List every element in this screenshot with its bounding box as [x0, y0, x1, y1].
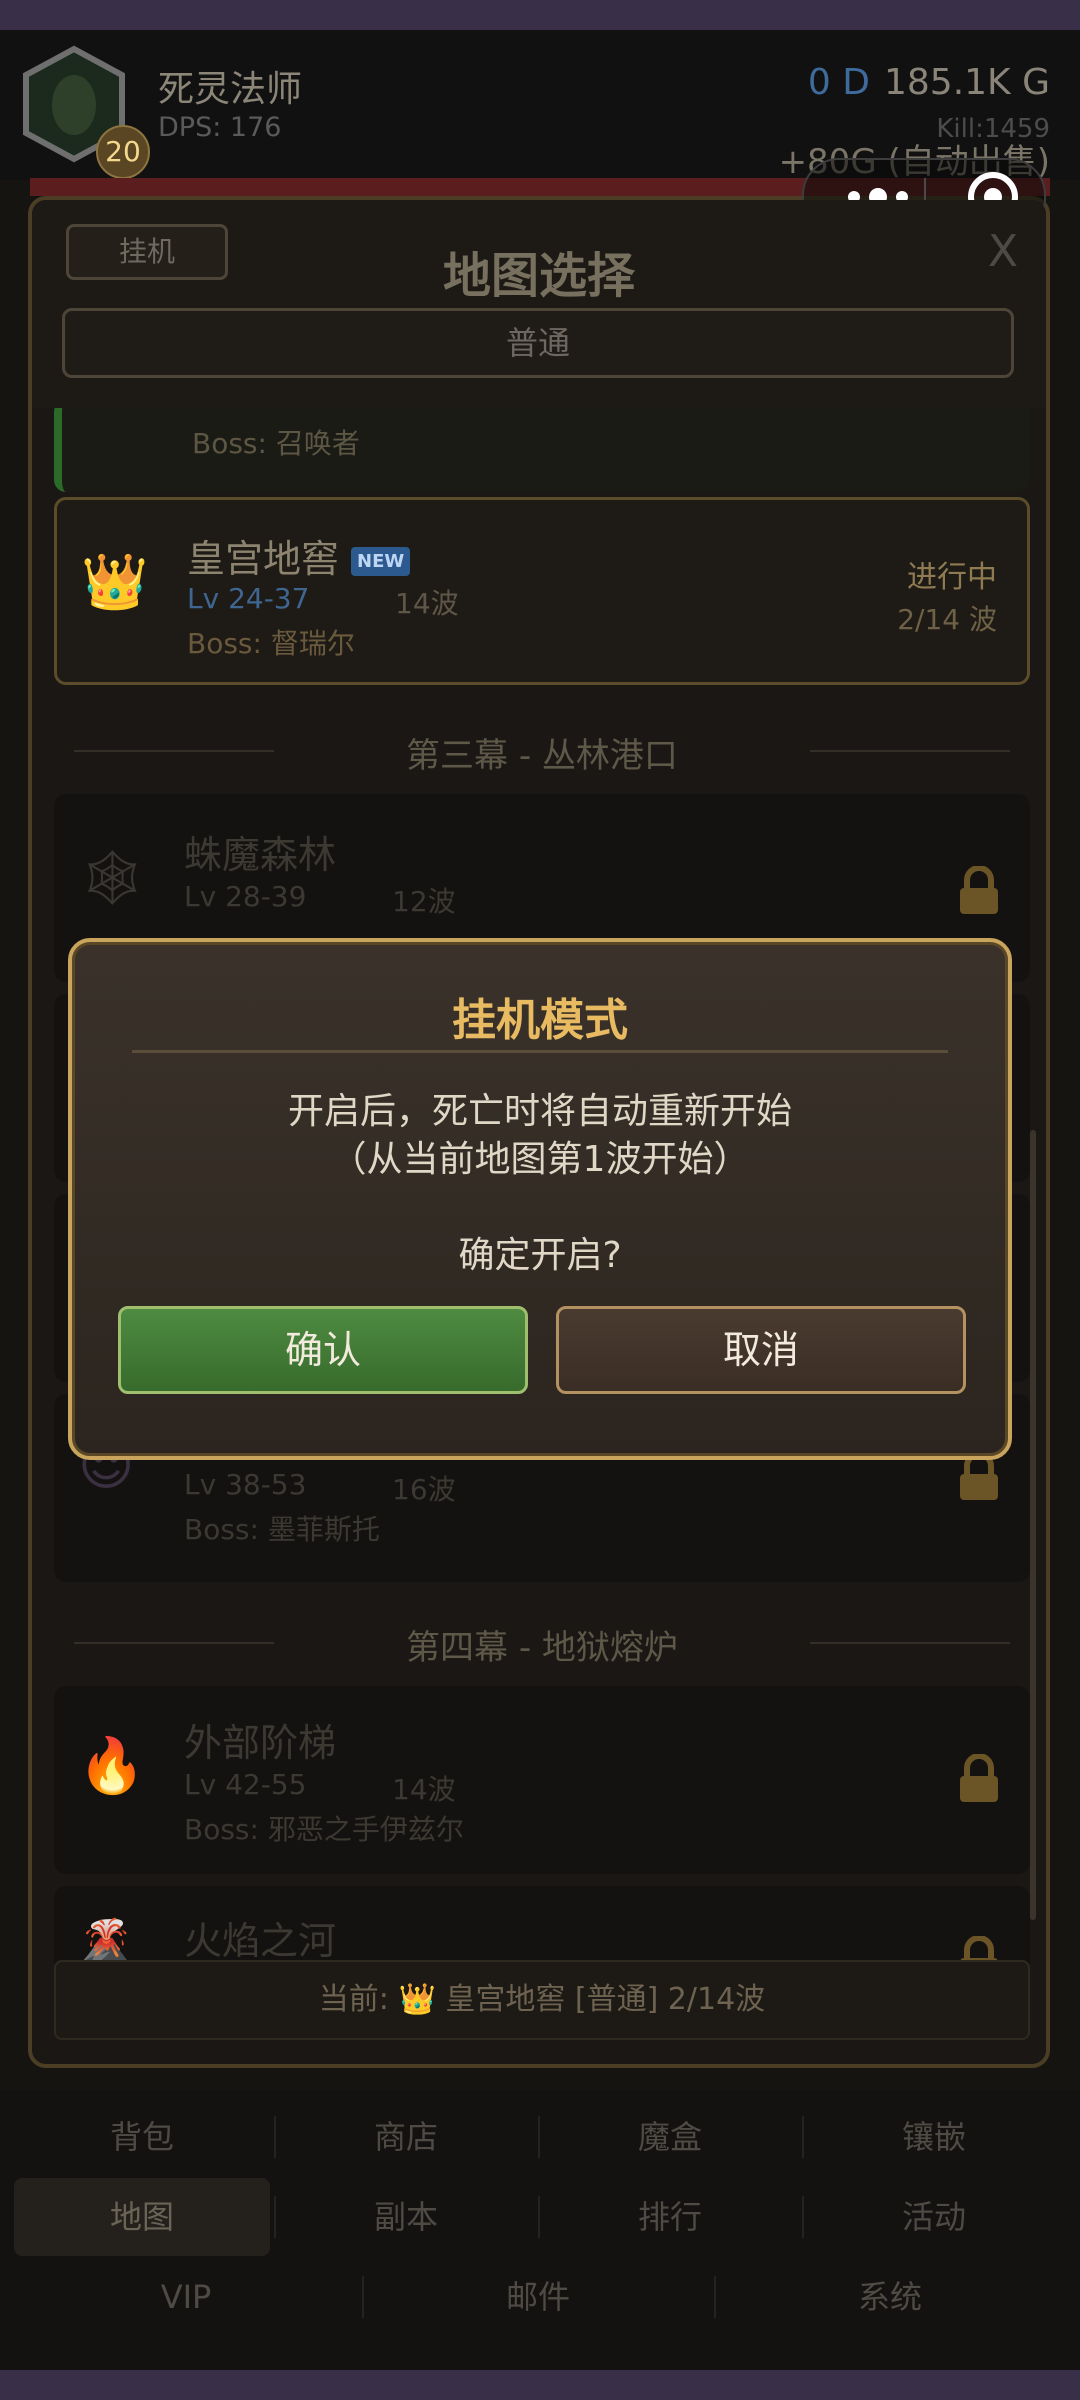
- panel-header: 挂机 地图选择 X 普通: [32, 200, 1046, 408]
- map-waves: 14波: [395, 587, 459, 620]
- menu-system[interactable]: 系统: [718, 2258, 1062, 2336]
- map-name-text: 皇宫地窖: [187, 537, 340, 581]
- afk-mode-dialog: 挂机模式 开启后，死亡时将自动重新开始 （从当前地图第1波开始） 确定开启? 确…: [68, 938, 1012, 1460]
- menu-row-2: 地图 副本 排行 活动: [0, 2178, 1080, 2256]
- dialog-divider: [132, 1050, 948, 1053]
- menu-divider: [802, 2196, 804, 2238]
- map-level: Lv 42-55: [184, 1768, 307, 1801]
- map-card-locked[interactable]: 🔥 外部阶梯 Lv 42-55 14波 Boss: 邪恶之手伊兹尔: [54, 1686, 1030, 1874]
- menu-magic-box[interactable]: 魔盒: [542, 2098, 798, 2176]
- map-waves: 16波: [392, 1473, 456, 1506]
- close-button[interactable]: X: [988, 226, 1018, 277]
- bottom-menu: 背包 商店 魔盒 镶嵌 地图 副本 排行 活动 VIP 邮件 系统: [0, 2090, 1080, 2370]
- lock-icon: [960, 1754, 998, 1802]
- map-level: Lv 24-37: [187, 582, 310, 615]
- map-card-current[interactable]: 👑 皇宫地窖 NEW Lv 24-37 14波 Boss: 督瑞尔 进行中 2/1…: [54, 497, 1030, 685]
- act-header-3: 第三幕 - 丛林港口: [54, 728, 1030, 776]
- map-progress: 2/14 波: [897, 603, 997, 636]
- panel-title: 地图选择: [442, 248, 635, 304]
- player-dps: DPS: 176: [158, 112, 282, 143]
- map-name: 皇宫地窖 NEW: [187, 528, 411, 583]
- difficulty-selector[interactable]: 普通: [62, 308, 1014, 378]
- gold-counter: 185.1K G: [883, 62, 1050, 103]
- map-status: 进行中: [907, 560, 997, 595]
- menu-vip[interactable]: VIP: [14, 2258, 358, 2336]
- menu-mail[interactable]: 邮件: [366, 2258, 710, 2336]
- map-boss: Boss: 督瑞尔: [187, 627, 355, 660]
- home-indicator-bar: [0, 2370, 1080, 2400]
- menu-divider: [274, 2196, 276, 2238]
- spider-web-icon: 🕸: [78, 846, 147, 909]
- crown-icon: 👑: [81, 550, 149, 613]
- menu-row-3: VIP 邮件 系统: [0, 2258, 1080, 2336]
- menu-shop[interactable]: 商店: [278, 2098, 534, 2176]
- lock-icon: [960, 866, 998, 914]
- menu-map[interactable]: 地图: [14, 2178, 270, 2256]
- map-waves: 12波: [392, 885, 456, 918]
- cancel-button[interactable]: 取消: [556, 1306, 966, 1394]
- menu-row-1: 背包 商店 魔盒 镶嵌: [0, 2098, 1080, 2176]
- level-badge: 20: [96, 125, 150, 179]
- scrollbar[interactable]: [1030, 1130, 1036, 1920]
- dialog-message-line2: （从当前地图第1波开始）: [330, 1139, 750, 1180]
- menu-divider: [538, 2116, 540, 2158]
- dialog-question: 确定开启?: [458, 1235, 622, 1276]
- dialog-title: 挂机模式: [452, 995, 628, 1046]
- menu-events[interactable]: 活动: [806, 2178, 1062, 2256]
- confirm-button[interactable]: 确认: [118, 1306, 528, 1394]
- map-boss: Boss: 邪恶之手伊兹尔: [184, 1813, 464, 1846]
- act-header-4: 第四幕 - 地狱熔炉: [54, 1620, 1030, 1668]
- diamond-counter: 0 D: [807, 62, 870, 103]
- map-waves: 14波: [392, 1773, 456, 1806]
- map-card-previous[interactable]: Boss: 召唤者: [54, 400, 1030, 492]
- fire-icon: 🔥: [78, 1734, 146, 1797]
- menu-inlay[interactable]: 镶嵌: [806, 2098, 1062, 2176]
- map-boss: Boss: 召唤者: [192, 427, 360, 460]
- new-badge: NEW: [351, 547, 411, 576]
- map-name: 外部阶梯: [184, 1721, 337, 1765]
- menu-divider: [362, 2276, 364, 2318]
- status-bar: [0, 0, 1080, 30]
- map-level: Lv 38-53: [184, 1468, 307, 1501]
- map-name: 火焰之河: [184, 1919, 337, 1963]
- menu-divider: [274, 2116, 276, 2158]
- current-map-bar: 当前: 👑 皇宫地窖 [普通] 2/14波: [54, 1960, 1030, 2040]
- map-boss: Boss: 墨菲斯托: [184, 1513, 380, 1546]
- map-name: 蛛魔森林: [184, 833, 337, 877]
- menu-divider: [802, 2116, 804, 2158]
- menu-divider: [714, 2276, 716, 2318]
- menu-dungeon[interactable]: 副本: [278, 2178, 534, 2256]
- dialog-message-line1: 开启后，死亡时将自动重新开始: [287, 1091, 792, 1132]
- avatar[interactable]: 20: [20, 45, 150, 179]
- menu-bag[interactable]: 背包: [14, 2098, 270, 2176]
- player-name: 死灵法师: [158, 69, 303, 110]
- map-level: Lv 28-39: [184, 880, 307, 913]
- menu-rank[interactable]: 排行: [542, 2178, 798, 2256]
- menu-divider: [538, 2196, 540, 2238]
